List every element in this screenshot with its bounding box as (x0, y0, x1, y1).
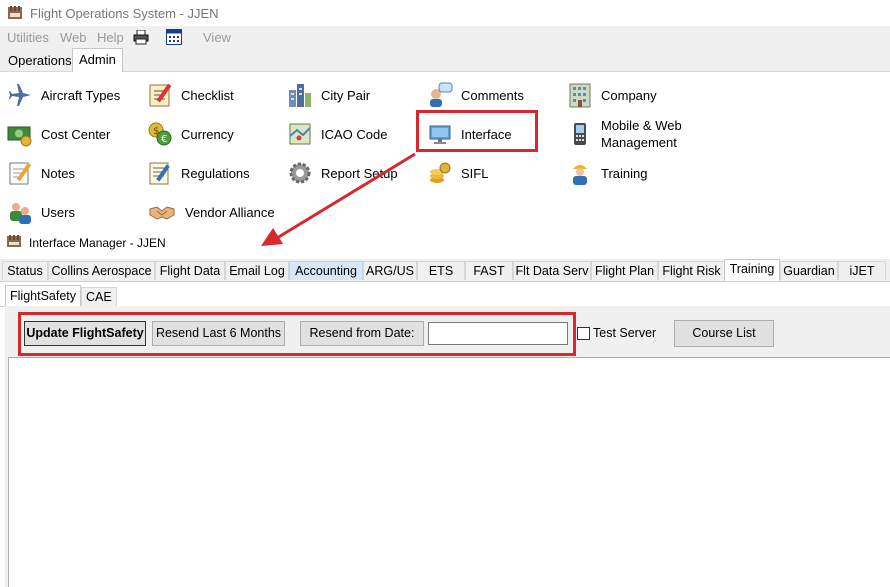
admin-item-users[interactable]: Users (7, 199, 75, 225)
highlight-box-toolbar (18, 312, 576, 356)
comment-icon (430, 82, 453, 107)
tab-flight-plan[interactable]: Flight Plan (591, 261, 658, 280)
menu-web[interactable]: Web (60, 30, 87, 45)
highlight-box-interface (416, 110, 538, 152)
admin-item-label: Cost Center (41, 126, 111, 142)
interface-tab-strip: Status Collins Aerospace Flight Data Ema… (0, 259, 890, 282)
annotation-arrow (261, 152, 416, 246)
worker-icon (573, 165, 587, 185)
tab-arg-us[interactable]: ARG/US (363, 261, 417, 280)
tab-flight-risk[interactable]: Flight Risk (658, 261, 725, 280)
app-icon (8, 6, 22, 19)
notes-icon (9, 162, 32, 185)
menu-help[interactable]: Help (97, 30, 124, 45)
admin-item-label: Checklist (181, 87, 234, 103)
admin-item-currency[interactable]: $ € Currency (147, 121, 234, 147)
tab-ets[interactable]: ETS (417, 261, 465, 280)
tab-ijet[interactable]: iJET (838, 261, 886, 280)
interface-manager-title: Interface Manager - JJEN (29, 236, 166, 250)
printer-icon[interactable] (133, 30, 149, 45)
training-subtab-strip: FlightSafety CAE (0, 284, 890, 307)
tab-accounting[interactable]: Accounting (289, 261, 363, 280)
admin-item-comments[interactable]: Comments (427, 82, 524, 108)
users-icon (10, 203, 31, 224)
admin-item-label: ICAO Code (321, 126, 388, 142)
admin-item-mobile-web-management[interactable]: Mobile & Web Management (567, 117, 682, 151)
admin-item-label: Comments (461, 87, 524, 103)
svg-text:$: $ (153, 126, 159, 137)
admin-item-notes[interactable]: Notes (7, 160, 75, 186)
admin-item-icao-code[interactable]: ICAO Code (287, 121, 387, 147)
admin-item-label: City Pair (321, 87, 371, 103)
course-list-button[interactable]: Course List (674, 320, 774, 347)
checklist-icon (149, 83, 172, 107)
tab-guardian[interactable]: Guardian (780, 261, 838, 280)
tab-flt-data-serv[interactable]: Flt Data Serv (513, 261, 591, 280)
admin-item-label: SIFL (461, 165, 489, 181)
admin-item-label: Regulations (181, 165, 250, 181)
content-area (8, 357, 890, 587)
tab-collins-aerospace[interactable]: Collins Aerospace (48, 261, 155, 280)
ribbon-tabs (0, 48, 890, 72)
tab-fast[interactable]: FAST (465, 261, 513, 280)
building-icon (569, 83, 591, 108)
currency-icon: $€ (148, 122, 172, 146)
admin-item-regulations[interactable]: Regulations (147, 160, 250, 186)
admin-item-label: Currency (181, 126, 234, 142)
admin-item-sifl[interactable]: SIFL (427, 160, 488, 186)
subtab-flightsafety[interactable]: FlightSafety (5, 285, 82, 306)
admin-item-cost-center[interactable]: Cost Center (7, 121, 110, 147)
admin-item-training[interactable]: Training (567, 160, 647, 186)
admin-item-label: Company (601, 87, 657, 103)
regulations-icon (149, 162, 170, 185)
test-server-label: Test Server (593, 326, 657, 340)
test-server-checkbox[interactable] (577, 327, 590, 340)
admin-item-city-pair[interactable]: City Pair (287, 82, 370, 108)
menu-view[interactable]: View (203, 30, 231, 45)
menu-utilities[interactable]: Utilities (7, 30, 49, 45)
tab-training[interactable]: Training (724, 259, 780, 281)
window-title: Flight Operations System - JJEN (30, 6, 219, 21)
admin-item-label: Training (601, 165, 648, 181)
tab-status[interactable]: Status (2, 261, 48, 280)
map-icon (289, 123, 311, 145)
interface-manager-icon (7, 235, 21, 247)
ribbon-tab-admin[interactable]: Admin (72, 48, 123, 72)
city-icon (289, 84, 311, 107)
calendar-icon[interactable] (166, 29, 182, 45)
label-line-1: Mobile & Web (601, 118, 682, 133)
tab-email-log[interactable]: Email Log (225, 261, 289, 280)
money-icon (7, 126, 32, 147)
admin-item-company[interactable]: Company (567, 82, 657, 108)
phone-icon (574, 123, 586, 145)
tab-flight-data[interactable]: Flight Data (155, 261, 225, 280)
airplane-icon (9, 84, 31, 106)
admin-item-label: Notes (41, 165, 75, 181)
admin-item-label: Aircraft Types (41, 87, 121, 103)
subtab-cae[interactable]: CAE (81, 287, 117, 306)
admin-item-aircraft-types[interactable]: Aircraft Types (7, 82, 120, 108)
label-line-2: Management (601, 135, 677, 150)
admin-ribbon-panel: Aircraft Types Checklist City Pair Comme… (0, 72, 890, 232)
ribbon-tab-operations[interactable]: Operations (4, 52, 76, 70)
svg-text:€: € (161, 134, 167, 145)
coins-icon (430, 162, 451, 183)
admin-item-label-mobile: Mobile & Web Management (601, 117, 682, 151)
handshake-icon (149, 206, 175, 220)
admin-item-label: Users (41, 204, 75, 220)
admin-item-checklist[interactable]: Checklist (147, 82, 234, 108)
